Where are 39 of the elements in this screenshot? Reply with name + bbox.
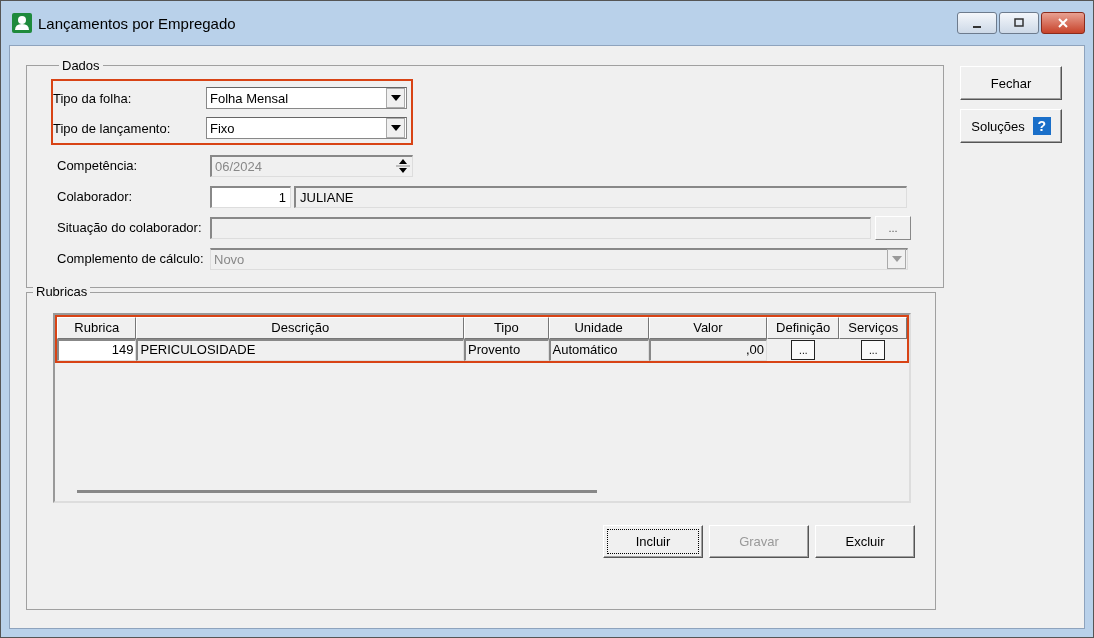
table-cell[interactable]: 149	[57, 339, 137, 361]
group-title: Dados	[61, 58, 101, 73]
field-label: Complemento de cálculo:	[57, 251, 205, 266]
dropdown[interactable]: Fixo	[206, 117, 407, 139]
table-cell: PERICULOSIDADE	[136, 339, 465, 361]
group-title: Rubricas	[33, 284, 91, 299]
column-header[interactable]: Tipo	[464, 317, 549, 339]
column-header[interactable]: Serviços	[839, 317, 907, 339]
table-cell: Automático	[548, 339, 649, 361]
table-cell: Provento	[464, 339, 549, 361]
field-label: Tipo da folha:	[53, 90, 133, 106]
name-field: JULIANE	[294, 185, 907, 208]
maximize-icon	[1014, 18, 1024, 28]
action-button[interactable]: Incluir	[603, 525, 703, 558]
column-header[interactable]: Valor	[648, 317, 767, 339]
close-icon	[1057, 17, 1069, 29]
field-label: Tipo de lançamento:	[53, 120, 172, 136]
solutions-button[interactable]: Soluções ?	[960, 109, 1062, 143]
window-title: Lançamentos por Empregado	[38, 14, 236, 32]
ellipsis-button[interactable]: ...	[791, 340, 816, 360]
ellipsis-button[interactable]: ...	[861, 340, 886, 360]
dropdown[interactable]: Folha Mensal	[206, 87, 407, 109]
column-header[interactable]: Unidade	[548, 317, 649, 339]
maximize-button[interactable]	[999, 12, 1039, 34]
close-button[interactable]: Fechar	[960, 66, 1062, 100]
field-label: Colaborador:	[57, 189, 134, 204]
close-button[interactable]	[1041, 12, 1085, 34]
column-header[interactable]: Descrição	[136, 317, 465, 339]
action-button[interactable]: Excluir	[815, 525, 915, 558]
scroll-bar[interactable]	[77, 490, 597, 493]
minimize-icon	[973, 26, 981, 28]
field-label: Competência:	[57, 158, 139, 173]
person-icon	[12, 13, 32, 33]
column-header[interactable]: Rubrica	[57, 317, 137, 339]
field-label: Situação do colaborador:	[57, 220, 203, 235]
table-cell: ,00	[648, 339, 768, 361]
minimize-button[interactable]	[957, 12, 997, 34]
code-field[interactable]: 1	[210, 185, 291, 208]
column-header[interactable]: Definição	[766, 317, 840, 339]
